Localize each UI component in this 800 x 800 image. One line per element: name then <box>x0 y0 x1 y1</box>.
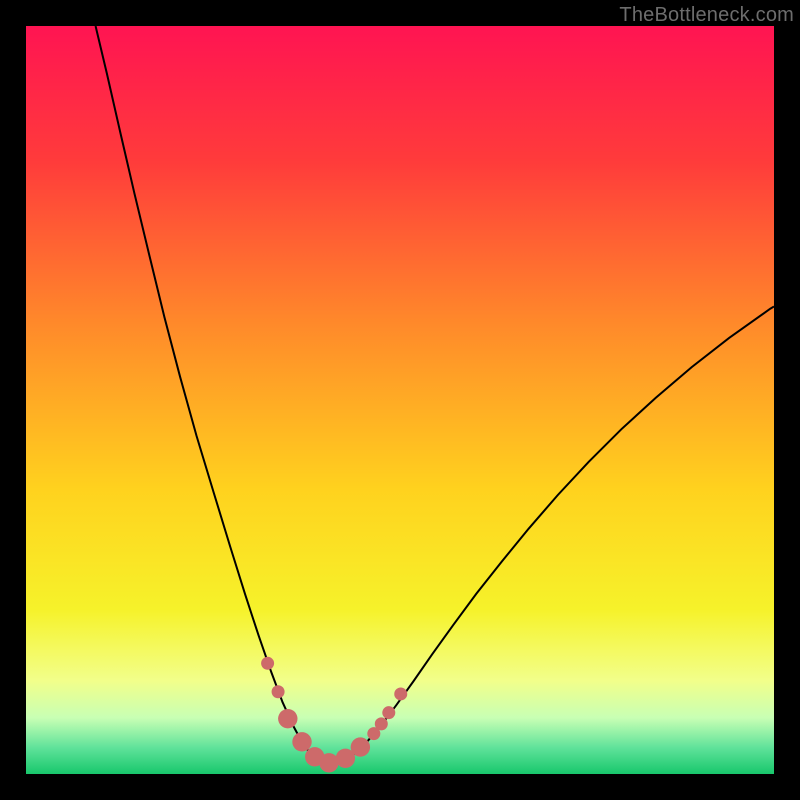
chart-frame <box>26 26 774 774</box>
data-marker <box>272 685 285 698</box>
watermark-text: TheBottleneck.com <box>619 4 794 27</box>
data-marker <box>278 709 297 728</box>
data-marker <box>394 687 407 700</box>
data-marker <box>292 732 311 751</box>
gradient-background <box>26 26 774 774</box>
data-marker <box>375 717 388 730</box>
data-marker <box>319 753 338 772</box>
data-marker <box>261 657 274 670</box>
bottleneck-chart <box>26 26 774 774</box>
data-marker <box>382 706 395 719</box>
data-marker <box>351 737 370 756</box>
